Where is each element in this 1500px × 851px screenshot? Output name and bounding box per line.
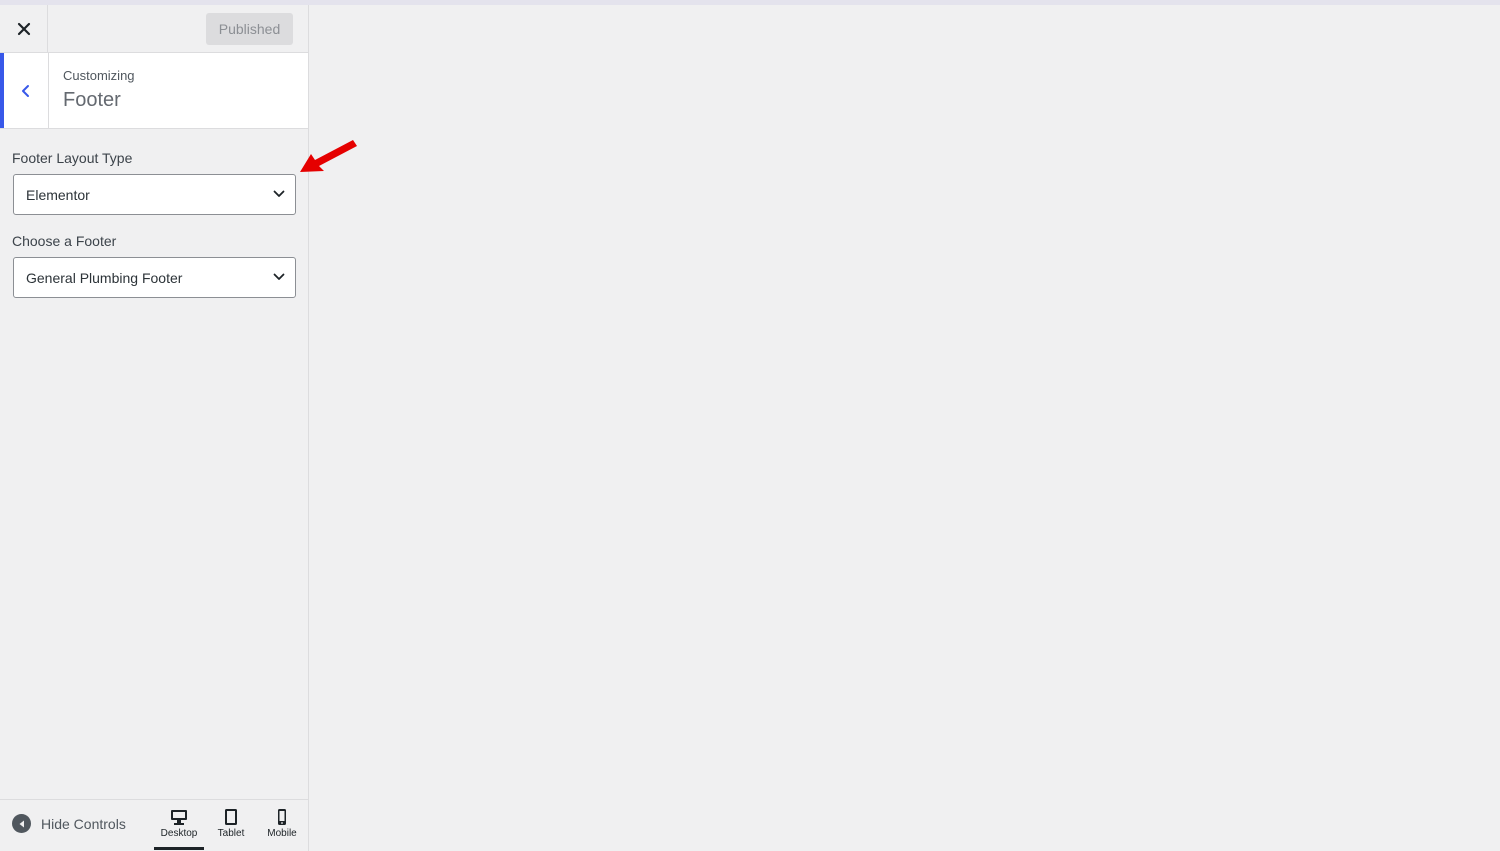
desktop-icon	[171, 810, 187, 825]
customizer-sidebar: Published Customizing Footer Footer Layo…	[0, 5, 309, 851]
chevron-down-icon	[273, 190, 285, 197]
customizing-label: Customizing	[63, 68, 135, 83]
back-button[interactable]	[0, 53, 49, 128]
choose-footer-select[interactable]: General Plumbing Footer	[13, 257, 296, 298]
section-title: Footer	[63, 89, 121, 111]
collapse-icon	[12, 814, 31, 833]
device-label: Mobile	[267, 828, 297, 839]
customizer-footer: Hide Controls Desktop Tablet Mobile	[0, 799, 308, 851]
close-icon	[17, 22, 30, 35]
footer-layout-type-value: Elementor	[26, 186, 90, 203]
chevron-down-icon	[273, 273, 285, 280]
footer-layout-type-select[interactable]: Elementor	[13, 174, 296, 215]
footer-layout-type-label: Footer Layout Type	[12, 150, 133, 166]
chevron-left-icon	[22, 84, 29, 97]
preview-desktop-button[interactable]: Desktop	[154, 808, 204, 850]
section-header: Customizing Footer	[0, 53, 308, 129]
tablet-icon	[225, 809, 237, 825]
choose-footer-value: General Plumbing Footer	[26, 269, 183, 286]
close-button[interactable]	[0, 5, 48, 52]
device-label: Desktop	[160, 828, 198, 839]
hide-controls-label: Hide Controls	[41, 815, 126, 832]
choose-footer-label: Choose a Footer	[12, 233, 117, 249]
customizer-header: Published	[0, 5, 308, 53]
hide-controls-button[interactable]: Hide Controls	[12, 814, 126, 833]
annotation-arrow	[300, 140, 357, 172]
device-label: Tablet	[217, 828, 245, 839]
preview-tablet-button[interactable]: Tablet	[206, 808, 256, 850]
publish-button[interactable]: Published	[206, 13, 293, 45]
mobile-icon	[278, 809, 286, 825]
preview-mobile-button[interactable]: Mobile	[257, 808, 307, 850]
